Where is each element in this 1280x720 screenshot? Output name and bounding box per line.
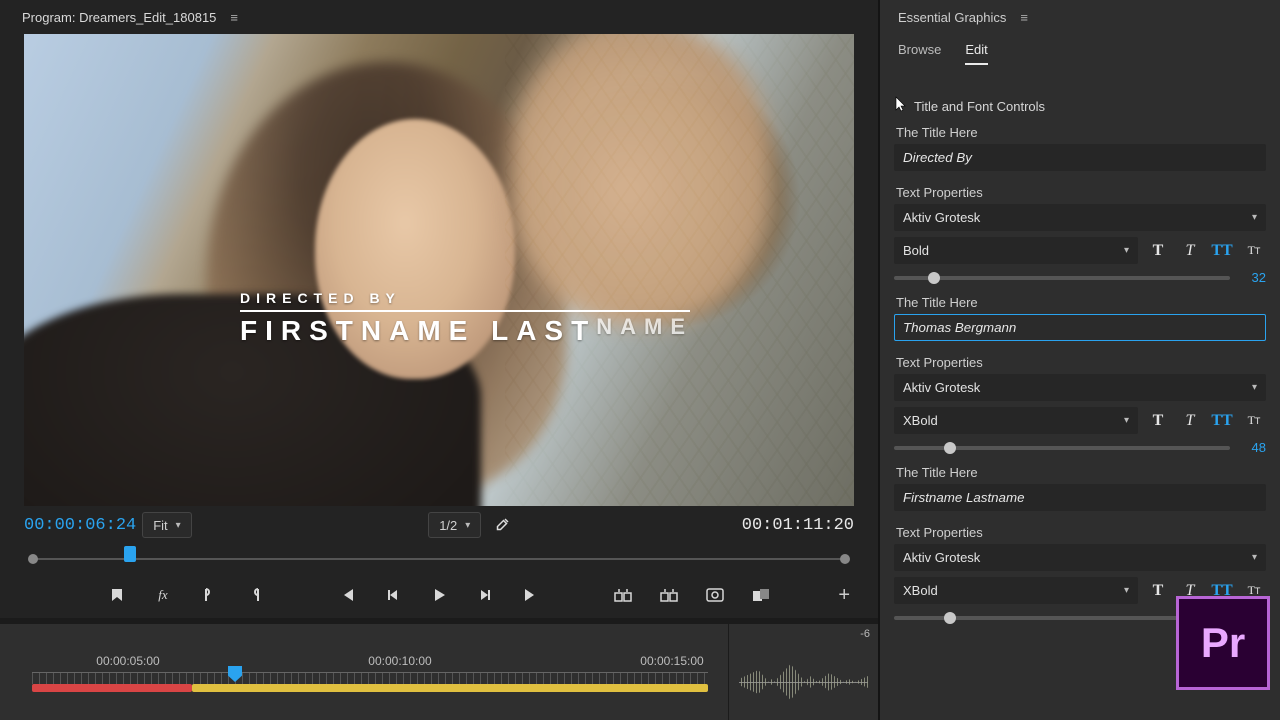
text-properties-label: Text Properties [896, 185, 1266, 200]
font-family-select[interactable]: Aktiv Grotesk▾ [894, 544, 1266, 571]
field-label: The Title Here [896, 125, 1266, 140]
smallcaps-icon[interactable]: TT [1242, 409, 1266, 433]
font-style-buttons: T T TT TT [1146, 409, 1266, 433]
chevron-down-icon: ▾ [1124, 415, 1129, 426]
lift-icon[interactable] [613, 585, 633, 605]
overlay-main-title: FIRSTNAME LASTNAME [240, 314, 693, 347]
transport-bar: 00:00:06:24 Fit▾ 1/2▾ 00:01:11:20 [0, 506, 878, 544]
font-family-select[interactable]: Aktiv Grotesk▾ [894, 204, 1266, 231]
panel-menu-icon[interactable]: ≡ [230, 10, 238, 25]
text-properties-label: Text Properties [896, 355, 1266, 370]
set-in-icon[interactable] [199, 585, 219, 605]
text-control-block: The Title Here Text Properties Aktiv Gro… [894, 295, 1266, 455]
play-icon[interactable] [429, 585, 449, 605]
zoom-select[interactable]: Fit▾ [142, 512, 191, 538]
italic-icon[interactable]: T [1178, 409, 1202, 433]
timeline-panel[interactable]: 00:00:05:00 00:00:10:00 00:00:15:00 -6 [0, 624, 878, 720]
group-title-font-controls[interactable]: Title and Font Controls [894, 97, 1266, 115]
fx-icon[interactable]: fx [153, 585, 173, 605]
monitor-scrub-ruler[interactable] [24, 546, 854, 572]
chevron-down-icon: ▾ [1124, 245, 1129, 256]
chevron-down-icon: ▾ [1252, 382, 1257, 393]
step-fwd-icon[interactable] [475, 585, 495, 605]
font-weight-select[interactable]: XBold▾ [894, 407, 1138, 434]
premiere-logo: Pr [1176, 596, 1270, 690]
export-frame-icon[interactable] [705, 585, 725, 605]
text-properties-label: Text Properties [896, 525, 1266, 540]
settings-wrench-icon[interactable] [493, 516, 511, 534]
title-text-input[interactable] [894, 484, 1266, 511]
italic-icon[interactable]: T [1178, 239, 1202, 263]
font-size-slider[interactable] [894, 276, 1230, 280]
font-style-buttons: T T TT TT [1146, 239, 1266, 263]
allcaps-icon[interactable]: TT [1210, 239, 1234, 263]
title-text-input[interactable] [894, 144, 1266, 171]
text-control-block: The Title Here Text Properties Aktiv Gro… [894, 125, 1266, 285]
chevron-down-icon: ▾ [1252, 552, 1257, 563]
program-label: Program: Dreamers_Edit_180815 [22, 10, 216, 25]
timecode-total: 00:01:11:20 [742, 516, 854, 535]
timeline-clip[interactable] [32, 684, 192, 692]
graphic-title-overlay[interactable]: DIRECTED BY FIRSTNAME LASTNAME [240, 290, 693, 347]
timeline-clip[interactable] [192, 684, 708, 692]
tab-browse[interactable]: Browse [898, 42, 941, 65]
monitor-playhead[interactable] [124, 546, 136, 562]
overlay-subtitle: DIRECTED BY [240, 290, 693, 306]
font-size-slider[interactable] [894, 446, 1230, 450]
cursor-icon [894, 95, 908, 113]
chevron-down-icon: ▾ [465, 520, 470, 531]
resolution-select[interactable]: 1/2▾ [428, 512, 481, 538]
field-label: The Title Here [896, 465, 1266, 480]
transport-controls: fx + [0, 572, 878, 618]
font-size-value[interactable]: 48 [1240, 440, 1266, 455]
chevron-down-icon: ▾ [1252, 212, 1257, 223]
timecode-current[interactable]: 00:00:06:24 [24, 516, 136, 535]
chevron-down-icon: ▾ [176, 520, 181, 531]
allcaps-icon[interactable]: TT [1210, 409, 1234, 433]
go-to-out-icon[interactable] [521, 585, 541, 605]
audio-meter: -6 [728, 624, 878, 720]
smallcaps-icon[interactable]: TT [1242, 239, 1266, 263]
program-monitor-viewer[interactable]: DIRECTED BY FIRSTNAME LASTNAME [24, 34, 854, 506]
chevron-down-icon: ▾ [1124, 585, 1129, 596]
bold-icon[interactable]: T [1146, 239, 1170, 263]
panel-title: Essential Graphics [898, 10, 1006, 25]
timeline-ruler-labels: 00:00:05:00 00:00:10:00 00:00:15:00 [0, 654, 728, 670]
font-family-select[interactable]: Aktiv Grotesk▾ [894, 374, 1266, 401]
extract-icon[interactable] [659, 585, 679, 605]
essential-graphics-header: Essential Graphics ≡ [880, 0, 1280, 34]
add-button-icon[interactable]: + [838, 584, 850, 607]
panel-tabs: Browse Edit [880, 34, 1280, 75]
set-out-icon[interactable] [245, 585, 265, 605]
font-size-value[interactable]: 32 [1240, 270, 1266, 285]
title-text-input[interactable] [894, 314, 1266, 341]
mark-in-icon[interactable] [107, 585, 127, 605]
tab-edit[interactable]: Edit [965, 42, 987, 65]
bold-icon[interactable]: T [1146, 579, 1170, 603]
font-weight-select[interactable]: XBold▾ [894, 577, 1138, 604]
step-back-icon[interactable] [383, 585, 403, 605]
program-monitor-header: Program: Dreamers_Edit_180815 ≡ [0, 0, 878, 34]
field-label: The Title Here [896, 295, 1266, 310]
video-frame-placeholder [24, 34, 854, 506]
panel-menu-icon[interactable]: ≡ [1020, 10, 1028, 25]
go-to-in-icon[interactable] [337, 585, 357, 605]
font-weight-select[interactable]: Bold▾ [894, 237, 1138, 264]
comparison-view-icon[interactable] [751, 585, 771, 605]
bold-icon[interactable]: T [1146, 409, 1170, 433]
